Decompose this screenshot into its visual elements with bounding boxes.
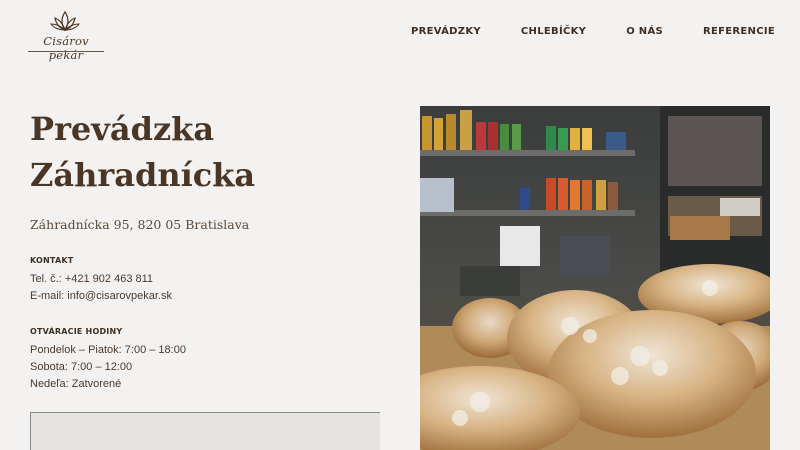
page-title: Prevádzka Záhradnícka <box>30 106 390 198</box>
contact-heading: KONTAKT <box>30 256 74 265</box>
contact-email[interactable]: E-mail: info@cisarovpekar.sk <box>30 290 172 302</box>
store-photo <box>420 106 770 450</box>
nav-item-prevadzky[interactable]: PREVÁDZKY <box>411 26 481 37</box>
logo-underline <box>28 51 104 52</box>
contact-phone[interactable]: Tel. č.: +421 902 463 811 <box>30 273 153 285</box>
nav-item-chlebicky[interactable]: CHLEBÍČKY <box>521 26 586 37</box>
main-nav: PREVÁDZKY CHLEBÍČKY O NÁS REFERENCIE <box>411 26 775 37</box>
page-title-line1: Prevádzka <box>30 110 215 148</box>
hours-weekdays: Pondelok – Piatok: 7:00 – 18:00 <box>30 344 186 356</box>
store-address: Záhradnícka 95, 820 05 Bratislava <box>30 217 250 232</box>
hours-saturday: Sobota: 7:00 – 12:00 <box>30 361 133 373</box>
lotus-leaf-icon <box>50 10 80 32</box>
map-embed[interactable] <box>30 412 380 450</box>
brand-logo[interactable]: Cisárov pekár <box>26 10 106 62</box>
logo-text: Cisárov pekár <box>43 34 89 62</box>
hours-sunday: Nedeľa: Zatvorené <box>30 378 122 390</box>
nav-item-referencie[interactable]: REFERENCIE <box>703 26 775 37</box>
nav-item-o-nas[interactable]: O NÁS <box>626 26 663 37</box>
pastries-photo <box>420 106 770 450</box>
hours-heading: OTVÁRACIE HODINY <box>30 327 123 336</box>
page-title-line2: Záhradnícka <box>30 156 256 194</box>
